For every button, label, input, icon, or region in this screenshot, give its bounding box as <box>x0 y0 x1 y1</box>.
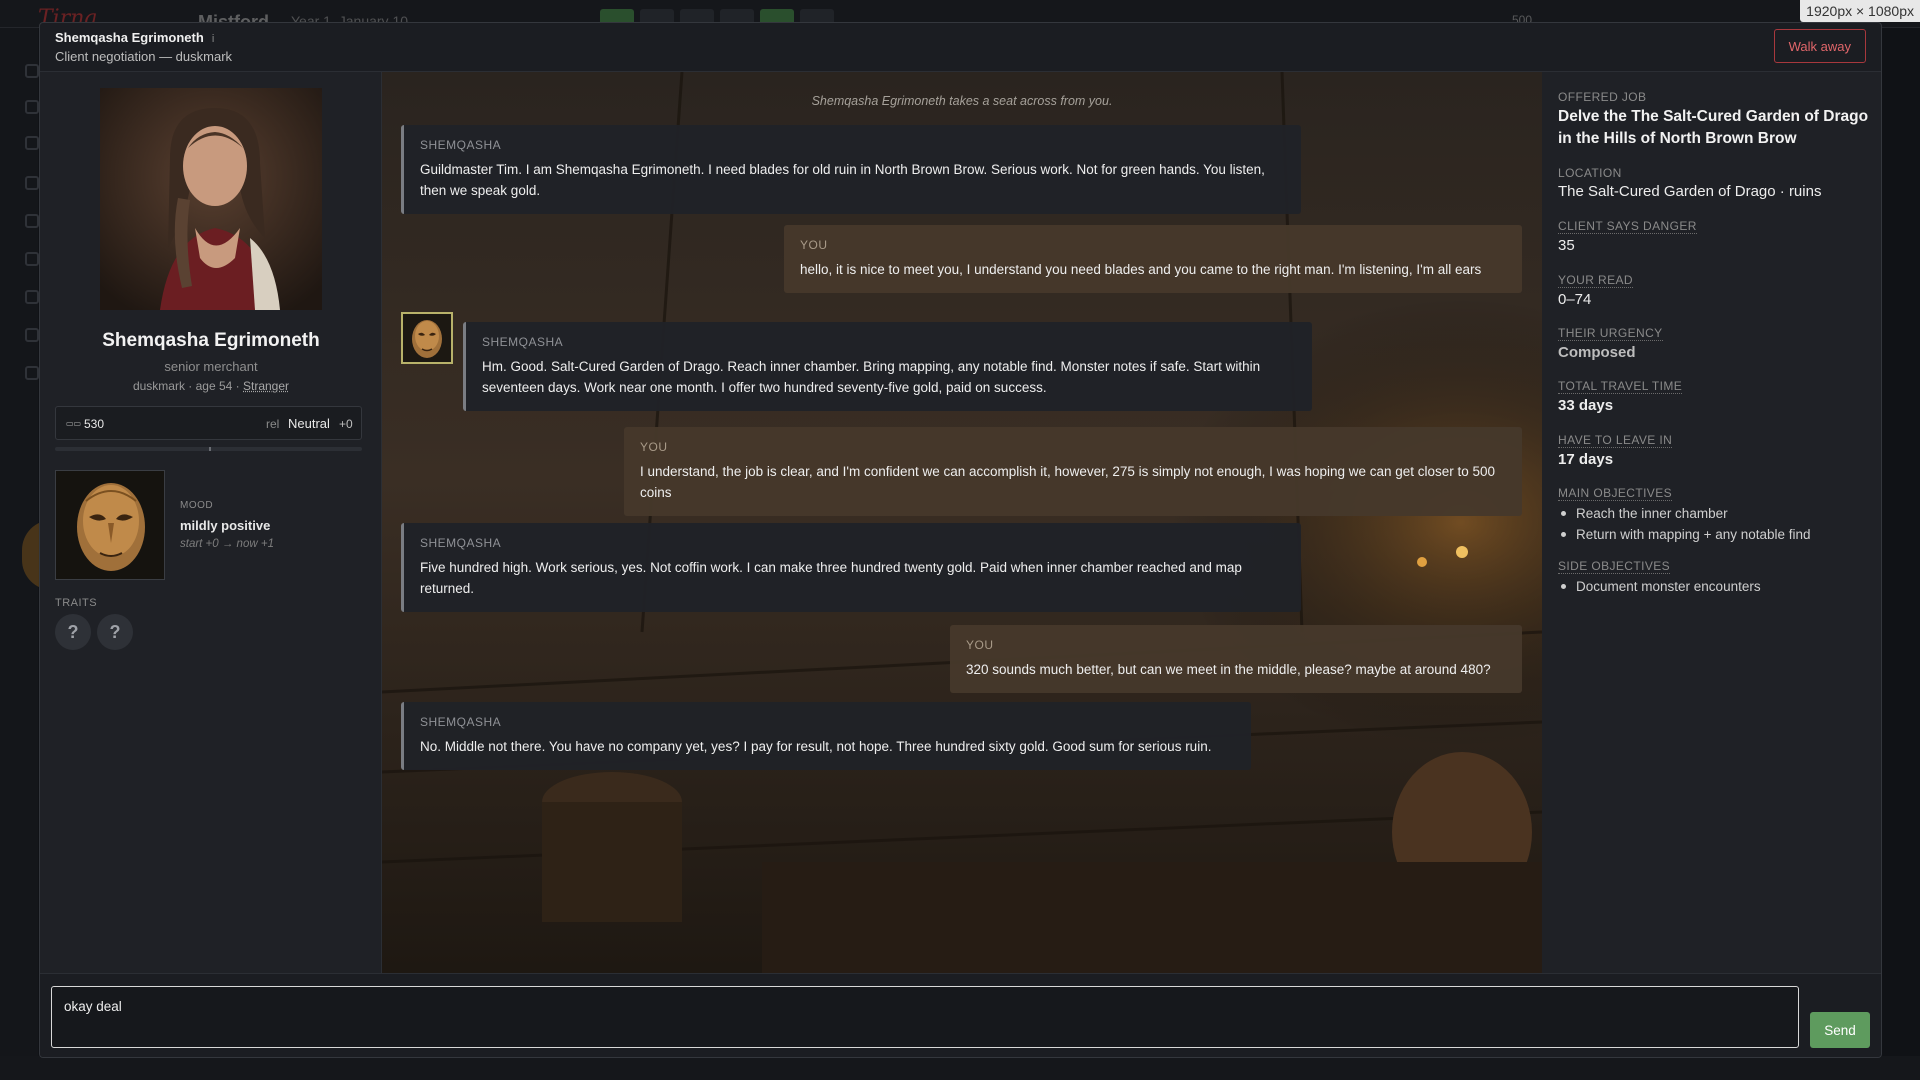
leave-label-text: HAVE TO LEAVE IN <box>1558 433 1673 448</box>
main-objectives-label[interactable]: MAIN OBJECTIVES <box>1558 486 1673 501</box>
screen-size-tag: 1920px × 1080px <box>1800 0 1920 22</box>
dialog-title: Shemqasha Egrimoneth i <box>55 30 214 45</box>
objective-item: Document monster encounters <box>1558 576 1761 597</box>
message-text: hello, it is nice to meet you, I underst… <box>800 262 1482 277</box>
danger-label-text: CLIENT SAYS DANGER <box>1558 219 1697 234</box>
info-icon[interactable]: i <box>212 33 214 45</box>
client-meta-text: duskmark · age 54 · <box>132 379 243 393</box>
urgency-value: Composed <box>1558 344 1636 361</box>
objective-item: Reach the inner chamber <box>1558 503 1811 524</box>
main-objectives-list: Reach the inner chamber Return with mapp… <box>1558 503 1811 545</box>
relation-value: Neutral <box>288 416 330 431</box>
message-sender: YOU <box>966 638 994 652</box>
npc-message: SHEMQASHA Hm. Good. Salt-Cured Garden of… <box>463 322 1312 411</box>
message-sender: YOU <box>800 238 828 252</box>
dialog-title-text: Shemqasha Egrimoneth <box>55 30 204 45</box>
chat-input-bar: okay deal Send <box>40 973 1881 1057</box>
trait-unknown[interactable]: ? <box>97 614 133 650</box>
client-wealth: 530 <box>84 417 105 431</box>
location-value: The Salt-Cured Garden of Drago · ruins <box>1558 183 1822 200</box>
message-sender: YOU <box>640 440 668 454</box>
sidebar-icon <box>25 328 39 342</box>
message-sender: SHEMQASHA <box>420 536 502 550</box>
mood-value: mildly positive <box>180 518 271 533</box>
message-input[interactable]: okay deal <box>51 986 1799 1048</box>
player-message: YOU I understand, the job is clear, and … <box>624 427 1522 516</box>
side-objectives-list: Document monster encounters <box>1558 576 1761 597</box>
mood-trend: start +0 → now +1 <box>180 538 274 550</box>
client-avatar <box>401 312 453 364</box>
npc-message: SHEMQASHA Guildmaster Tim. I am Shemqash… <box>401 125 1301 214</box>
sidebar-icon <box>25 366 39 380</box>
client-meta: duskmark · age 54 · Stranger <box>40 379 382 393</box>
sidebar-icon <box>25 136 39 150</box>
client-stats: ▭▭ 530 rel Neutral +0 <box>55 406 362 440</box>
sidebar-icon <box>25 290 39 304</box>
leave-value: 17 days <box>1558 451 1614 468</box>
walk-away-button[interactable]: Walk away <box>1773 29 1866 63</box>
trait-unknown[interactable]: ? <box>55 614 91 650</box>
negotiation-dialog: Shemqasha Egrimoneth i Client negotiation… <box>39 22 1882 1058</box>
relation-label: rel <box>266 417 280 431</box>
offered-job-label: OFFERED JOB <box>1558 90 1647 104</box>
your-read-value: 0–74 <box>1558 291 1592 308</box>
travel-value: 33 days <box>1558 397 1614 414</box>
danger-value: 35 <box>1558 237 1575 254</box>
send-button[interactable]: Send <box>1810 1012 1870 1048</box>
narration-text: Shemqasha Egrimoneth takes a seat across… <box>811 94 1113 108</box>
coin-stack-icon: ▭▭ <box>66 419 82 428</box>
app-bottombar <box>0 1056 1920 1080</box>
sidebar-icon <box>25 252 39 266</box>
message-text: Guildmaster Tim. I am Shemqasha Egrimone… <box>420 162 1265 198</box>
sidebar-icon <box>25 176 39 190</box>
location-label: LOCATION <box>1558 166 1622 180</box>
travel-label-text: TOTAL TRAVEL TIME <box>1558 379 1683 394</box>
client-role: senior merchant <box>164 359 258 374</box>
npc-message: SHEMQASHA No. Middle not there. You have… <box>401 702 1251 770</box>
relation-bar-marker <box>208 447 211 451</box>
client-name: Shemqasha Egrimoneth <box>102 330 320 351</box>
sidebar-icon <box>25 100 39 114</box>
traits-label: TRAITS <box>55 597 98 609</box>
side-objectives-label[interactable]: SIDE OBJECTIVES <box>1558 559 1671 574</box>
message-text: No. Middle not there. You have no compan… <box>420 739 1212 754</box>
side-objectives-label-text: SIDE OBJECTIVES <box>1558 559 1671 574</box>
urgency-label-text: THEIR URGENCY <box>1558 326 1663 341</box>
objective-item: Return with mapping + any notable find <box>1558 524 1811 545</box>
your-read-label[interactable]: YOUR READ <box>1558 273 1633 288</box>
message-sender: SHEMQASHA <box>482 335 564 349</box>
leave-label[interactable]: HAVE TO LEAVE IN <box>1558 433 1673 448</box>
client-panel: Shemqasha Egrimoneth senior merchant dus… <box>40 72 382 987</box>
npc-message: SHEMQASHA Five hundred high. Work seriou… <box>401 523 1301 612</box>
message-text: Five hundred high. Work serious, yes. No… <box>420 560 1242 596</box>
message-text: 320 sounds much better, but can we meet … <box>966 662 1491 677</box>
your-read-label-text: YOUR READ <box>1558 273 1633 288</box>
travel-label[interactable]: TOTAL TRAVEL TIME <box>1558 379 1683 394</box>
relation-delta: +0 <box>339 417 353 431</box>
sidebar-icon <box>25 214 39 228</box>
player-message: YOU 320 sounds much better, but can we m… <box>950 625 1522 693</box>
main-objectives-label-text: MAIN OBJECTIVES <box>1558 486 1673 501</box>
relationship-link[interactable]: Stranger <box>243 379 289 393</box>
urgency-label[interactable]: THEIR URGENCY <box>1558 326 1663 341</box>
message-text: Hm. Good. Salt-Cured Garden of Drago. Re… <box>482 359 1261 395</box>
relation-bar <box>55 447 362 451</box>
mood-label: MOOD <box>180 500 214 511</box>
chat-stage: Shemqasha Egrimoneth takes a seat across… <box>382 72 1542 973</box>
offered-job-title: Delve the The Salt-Cured Garden of Drago… <box>1558 108 1869 147</box>
client-portrait <box>100 88 322 310</box>
player-message: YOU hello, it is nice to meet you, I und… <box>784 225 1522 293</box>
danger-label[interactable]: CLIENT SAYS DANGER <box>1558 219 1697 234</box>
message-sender: SHEMQASHA <box>420 138 502 152</box>
message-sender: SHEMQASHA <box>420 715 502 729</box>
sidebar-icon <box>25 64 39 78</box>
dialog-header: Shemqasha Egrimoneth i Client negotiation… <box>40 23 1881 72</box>
mood-mask-image <box>55 470 165 580</box>
job-details-panel: OFFERED JOB Delve the The Salt-Cured Gar… <box>1542 72 1881 973</box>
message-text: I understand, the job is clear, and I'm … <box>640 464 1496 500</box>
dialog-subtitle: Client negotiation — duskmark <box>55 49 233 64</box>
